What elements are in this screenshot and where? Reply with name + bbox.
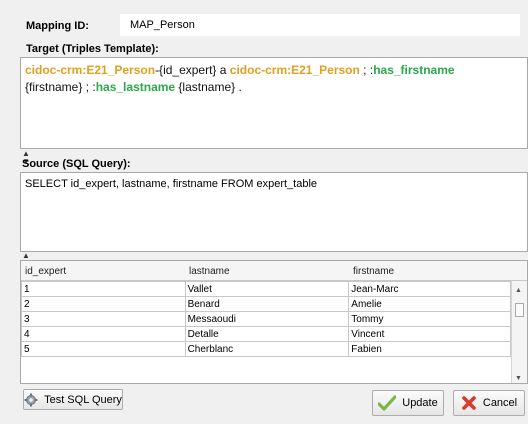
table-cell[interactable]: 2 xyxy=(21,296,186,312)
scroll-up-arrow[interactable]: ▲ xyxy=(515,287,522,294)
table-cell[interactable]: Tommy xyxy=(348,311,511,327)
table-cell[interactable]: Benard xyxy=(184,296,350,312)
template-token: has_lastname xyxy=(95,80,176,94)
table-cell[interactable]: Amelie xyxy=(348,296,511,312)
sql-query-editor[interactable]: SELECT id_expert, lastname, firstname FR… xyxy=(20,172,528,252)
target-template-editor[interactable]: cidoc-crm:E21_Person-{id_expert} a cidoc… xyxy=(20,57,528,149)
table-cell[interactable]: 1 xyxy=(21,281,186,297)
target-line-1: cidoc-crm:E21_Person-{id_expert} a cidoc… xyxy=(25,62,523,78)
template-token: has_firstname xyxy=(373,63,455,77)
column-header[interactable]: id_expert xyxy=(25,266,66,277)
table-row[interactable]: 3 Messaoudi Tommy xyxy=(21,311,511,327)
target-label: Target (Triples Template): xyxy=(26,43,159,55)
template-token: cidoc-crm:E21_Person xyxy=(25,63,156,77)
update-button[interactable]: Update xyxy=(372,390,444,416)
cancel-label: Cancel xyxy=(482,397,518,409)
gear-icon xyxy=(24,393,38,407)
table-cell[interactable]: Vincent xyxy=(348,326,511,342)
table-scrollbar[interactable]: ▲ ▼ xyxy=(511,281,527,383)
x-icon xyxy=(461,395,477,411)
table-cell[interactable]: 4 xyxy=(21,326,186,342)
table-row[interactable]: 2 Benard Amelie xyxy=(21,296,511,312)
table-header: id_expert lastname firstname xyxy=(21,261,527,281)
table-cell[interactable]: Messaoudi xyxy=(184,311,350,327)
cancel-button[interactable]: Cancel xyxy=(453,390,525,416)
scroll-down-arrow[interactable]: ▼ xyxy=(515,375,522,382)
template-token: cidoc-crm:E21_Person xyxy=(229,63,360,77)
table-cell[interactable]: Fabien xyxy=(348,341,511,357)
template-token: {firstname} ; : xyxy=(25,80,96,94)
template-token: ; : xyxy=(359,63,374,77)
mapping-id-field[interactable]: MAP_Person xyxy=(120,14,520,36)
table-row[interactable]: 5 Cherblanc Fabien xyxy=(21,341,511,357)
table-cell[interactable]: Vallet xyxy=(184,281,350,297)
table-row[interactable]: 4 Detalle Vincent xyxy=(21,326,511,342)
test-sql-query-label: Test SQL Query xyxy=(44,393,122,406)
column-header[interactable]: firstname xyxy=(353,266,394,277)
checkmark-icon xyxy=(377,395,397,411)
source-label: Source (SQL Query): xyxy=(22,158,131,170)
update-label: Update xyxy=(402,397,438,409)
table-cell[interactable]: 5 xyxy=(21,341,186,357)
test-sql-query-button[interactable]: Test SQL Query xyxy=(23,389,123,410)
table-row[interactable]: 1 Vallet Jean-Marc xyxy=(21,281,511,297)
template-token: -{id_expert} a xyxy=(155,63,230,77)
mapping-id-label: Mapping ID: xyxy=(26,20,89,32)
template-token: {lastname} . xyxy=(175,80,242,94)
table-cell[interactable]: Cherblanc xyxy=(184,341,350,357)
scroll-thumb[interactable] xyxy=(515,303,524,317)
table-body: 1 Vallet Jean-Marc 2 Benard Amelie 3 Messaoudi T… xyxy=(21,281,511,357)
column-header[interactable]: lastname xyxy=(189,266,230,277)
sql-query-text: SELECT id_expert, lastname, firstname FR… xyxy=(25,178,318,190)
target-line-2: {firstname} ; :has_lastname {lastname} . xyxy=(25,79,523,95)
table-cell[interactable]: 3 xyxy=(21,311,186,327)
table-cell[interactable]: Jean-Marc xyxy=(348,281,511,297)
table-cell[interactable]: Detalle xyxy=(184,326,350,342)
results-table: id_expert lastname firstname 1 Vallet Jean… xyxy=(20,260,528,384)
mapping-id-value: MAP_Person xyxy=(130,19,195,31)
